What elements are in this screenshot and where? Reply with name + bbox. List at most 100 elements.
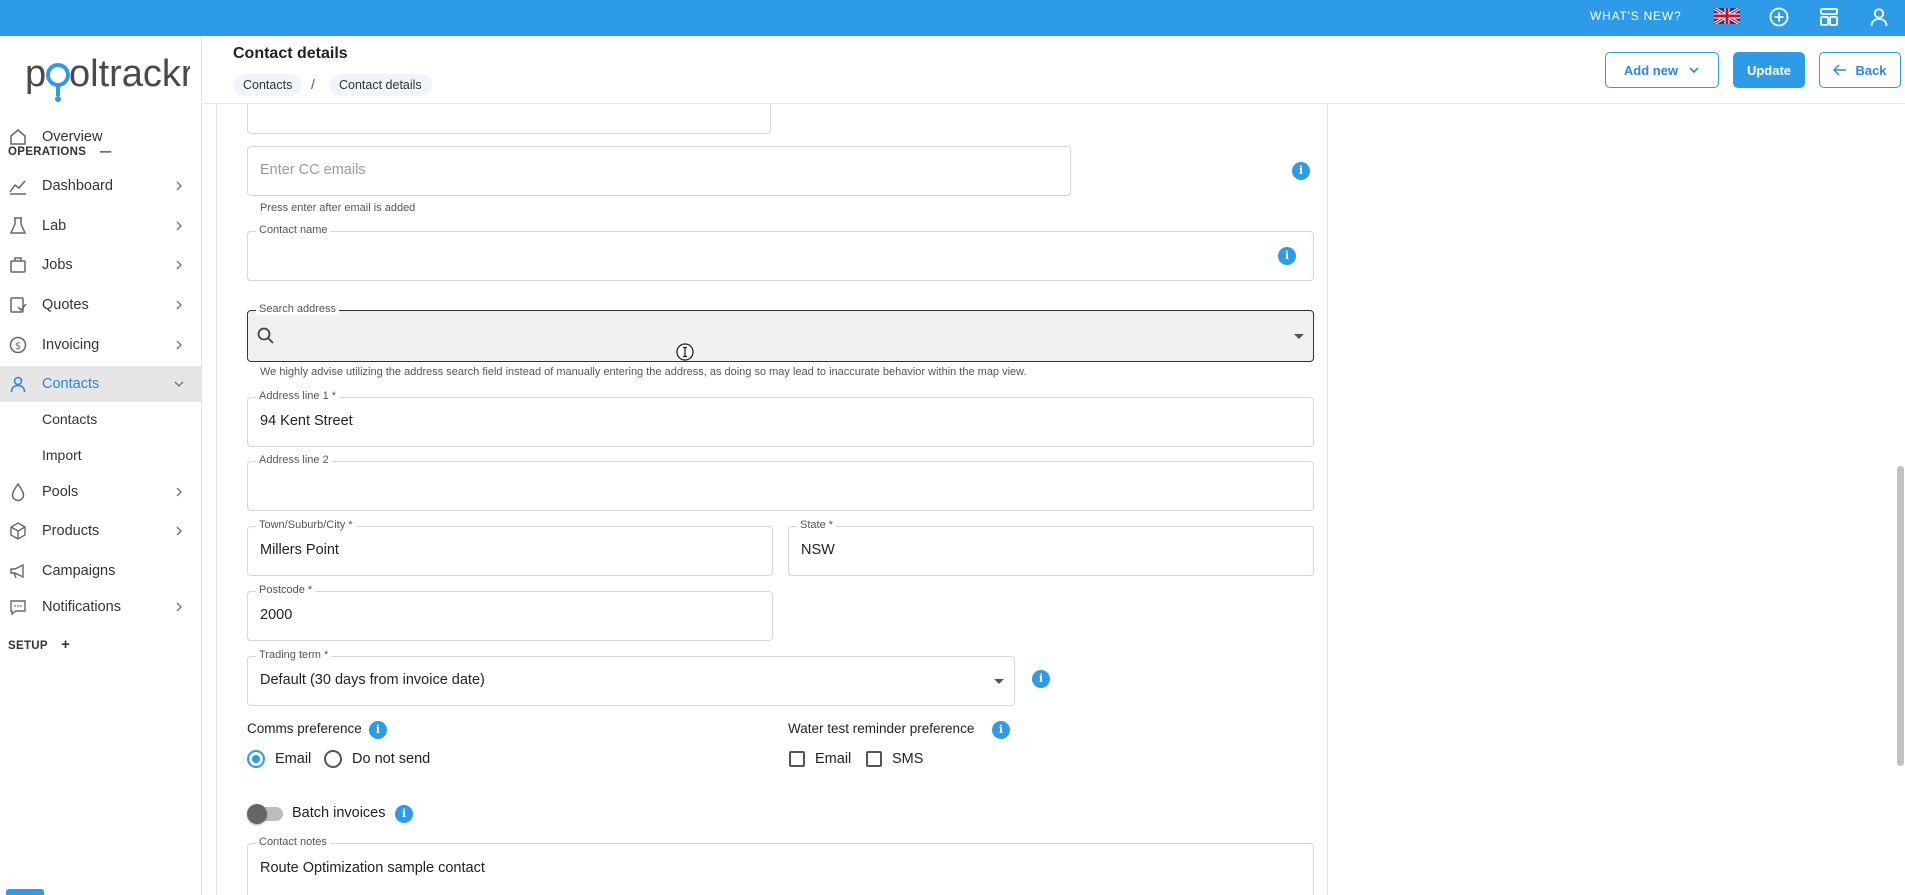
contact-name-label: Contact name xyxy=(256,224,331,236)
chevron-right-icon xyxy=(172,219,186,233)
search-address-helper: We highly advise utilizing the address s… xyxy=(260,366,1027,378)
contact-notes-field[interactable]: Contact notes Route Optimization sample … xyxy=(247,836,1314,895)
sidebar-item-label: Campaigns xyxy=(42,563,116,579)
postcode-field[interactable]: Postcode * 2000 xyxy=(247,584,773,641)
breadcrumb-separator: / xyxy=(311,76,315,92)
sidebar-item-jobs[interactable]: Jobs xyxy=(0,247,202,283)
arrow-left-icon xyxy=(1833,64,1847,76)
address-line-1-field[interactable]: Address line 1 * 94 Kent Street xyxy=(247,390,1314,447)
trading-term-select[interactable]: Trading term * Default (30 days from inv… xyxy=(247,649,1015,706)
back-button[interactable]: Back xyxy=(1819,52,1901,88)
trading-term-value: Default (30 days from invoice date) xyxy=(260,672,485,688)
uk-flag-icon[interactable] xyxy=(1714,8,1740,24)
search-address-input[interactable]: Search address xyxy=(247,303,1314,362)
contact-form: Enter CC emails i Press enter after emai… xyxy=(216,104,1328,895)
batch-invoices-label: Batch invoices xyxy=(292,805,386,821)
user-icon[interactable] xyxy=(1866,4,1892,30)
chevron-right-icon xyxy=(172,258,186,272)
section-setup[interactable]: SETUP + xyxy=(8,636,70,653)
megaphone-icon xyxy=(8,561,28,581)
dropdown-arrow-icon[interactable] xyxy=(1294,334,1304,339)
whats-new-link[interactable]: WHAT'S NEW? xyxy=(1590,9,1682,23)
water-email-label: Email xyxy=(815,751,852,767)
sidebar-item-label: Lab xyxy=(42,218,67,234)
info-icon[interactable]: i xyxy=(992,721,1010,739)
sidebar-item-pools[interactable]: Pools xyxy=(0,474,202,510)
address-line-2-field[interactable]: Address line 2 xyxy=(247,454,1314,511)
sidebar-item-contacts[interactable]: Contacts xyxy=(0,366,202,402)
town-field[interactable]: Town/Suburb/City * Millers Point xyxy=(247,519,773,576)
sidebar-item-label: Pools xyxy=(42,484,79,500)
sidebar-item-lab[interactable]: Lab xyxy=(0,208,202,244)
chevron-down-icon xyxy=(1689,67,1699,74)
add-new-label: Add new xyxy=(1623,62,1679,78)
chevron-right-icon xyxy=(172,524,186,538)
pooltrackr-logo[interactable]: p oltrackr xyxy=(25,48,194,102)
search-icon xyxy=(257,327,274,344)
chevron-right-icon xyxy=(172,338,186,352)
sidebar-item-notifications[interactable]: Notifications xyxy=(0,589,202,625)
page-scrollbar[interactable] xyxy=(1897,466,1904,766)
comms-do-not-send-radio[interactable] xyxy=(324,750,342,768)
sidebar-item-label: Invoicing xyxy=(42,337,100,353)
sidebar-item-label: Contacts xyxy=(42,376,100,392)
toggle-knob[interactable] xyxy=(247,804,267,824)
add-circle-icon[interactable] xyxy=(1766,4,1792,30)
info-icon[interactable]: i xyxy=(395,805,413,823)
sidebar-item-label: Overview xyxy=(42,129,103,145)
info-icon[interactable]: i xyxy=(1032,670,1050,688)
person-icon xyxy=(8,374,28,394)
text-cursor-icon xyxy=(675,342,695,362)
back-label: Back xyxy=(1855,62,1887,78)
dollar-icon: $ xyxy=(8,335,28,355)
section-operations-label: OPERATIONS xyxy=(8,146,87,158)
logo-text-rest: oltrackr xyxy=(69,53,190,95)
top-bar: WHAT'S NEW? xyxy=(0,0,1905,36)
postcode-label: Postcode * xyxy=(256,584,316,596)
sidebar-subitem-contacts[interactable]: Contacts xyxy=(42,411,97,427)
collapse-icon[interactable]: — xyxy=(100,146,112,158)
help-widget-tab[interactable] xyxy=(6,889,44,895)
comms-do-not-send-label: Do not send xyxy=(352,751,431,767)
expand-icon[interactable]: + xyxy=(61,636,70,653)
contact-name-field[interactable]: Contact name i xyxy=(247,224,1314,281)
sidebar-item-invoicing[interactable]: $ Invoicing xyxy=(0,327,202,363)
info-icon[interactable]: i xyxy=(1292,162,1310,180)
info-icon[interactable]: i xyxy=(369,721,387,739)
add-new-button[interactable]: Add new xyxy=(1605,52,1719,88)
chevron-down-icon xyxy=(172,377,186,391)
sidebar-item-quotes[interactable]: Quotes xyxy=(0,287,202,323)
section-operations[interactable]: OPERATIONS — xyxy=(8,146,112,158)
breadcrumb-contacts[interactable]: Contacts xyxy=(233,74,303,96)
water-test-reminder-label: Water test reminder preference xyxy=(788,721,975,736)
sidebar-item-label: Dashboard xyxy=(42,178,113,194)
briefcase-icon xyxy=(8,255,28,275)
water-sms-checkbox[interactable] xyxy=(866,751,882,767)
sidebar-item-products[interactable]: Products xyxy=(0,513,202,549)
email-field[interactable] xyxy=(247,104,771,134)
dropdown-arrow-icon[interactable] xyxy=(994,679,1004,684)
chevron-right-icon xyxy=(172,485,186,499)
quote-icon xyxy=(8,295,28,315)
page-header: Contact details Contacts / Contact detai… xyxy=(203,36,1905,104)
comms-email-radio[interactable] xyxy=(247,750,265,768)
sidebar-item-label: Quotes xyxy=(42,297,89,313)
address-line-1-value: 94 Kent Street xyxy=(260,413,353,429)
sidebar-item-campaigns[interactable]: Campaigns xyxy=(0,553,202,589)
drop-icon xyxy=(8,482,28,502)
flask-icon xyxy=(8,216,28,236)
sidebar-item-dashboard[interactable]: Dashboard xyxy=(0,168,202,204)
update-button[interactable]: Update xyxy=(1733,52,1805,88)
info-icon[interactable]: i xyxy=(1278,247,1296,265)
layout-icon[interactable] xyxy=(1816,4,1842,30)
sidebar-subitem-import[interactable]: Import xyxy=(42,447,82,463)
water-email-checkbox[interactable] xyxy=(789,751,805,767)
cc-emails-input[interactable]: Enter CC emails xyxy=(247,146,1071,196)
state-value: NSW xyxy=(801,542,835,558)
postcode-value: 2000 xyxy=(260,607,293,623)
town-label: Town/Suburb/City * xyxy=(256,519,356,531)
box-icon xyxy=(8,521,28,541)
chart-line-icon xyxy=(8,176,28,196)
state-field[interactable]: State * NSW xyxy=(788,519,1314,576)
cc-emails-helper: Press enter after email is added xyxy=(260,202,416,214)
